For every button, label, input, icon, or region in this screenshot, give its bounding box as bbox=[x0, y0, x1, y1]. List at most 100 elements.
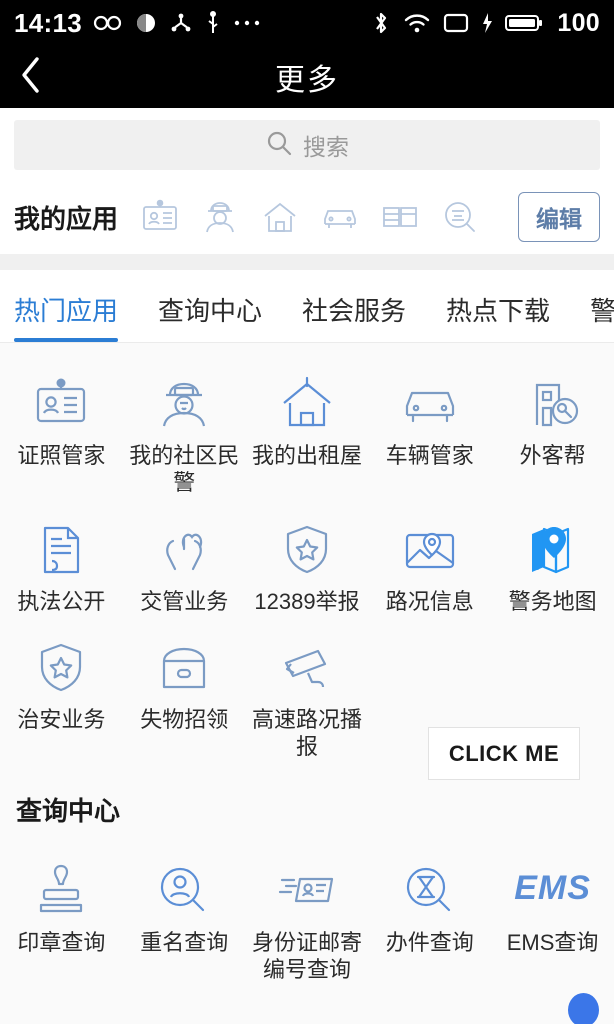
car-icon bbox=[401, 369, 459, 433]
status-bar-right: 100 bbox=[371, 9, 600, 38]
sim-icon bbox=[443, 12, 469, 34]
tab-query-center[interactable]: 查询中心 bbox=[158, 291, 262, 342]
app-tile-waike-bang[interactable]: 外客帮 bbox=[491, 369, 614, 515]
eye-icon bbox=[134, 11, 158, 35]
app-tile-label: 我的社区民警 bbox=[129, 443, 240, 495]
page-title: 更多 bbox=[275, 64, 339, 97]
house-icon bbox=[278, 369, 336, 433]
blue-cursor-dot bbox=[568, 993, 599, 1024]
id-card-icon bbox=[32, 369, 90, 433]
person-search-icon bbox=[155, 856, 213, 920]
app-tile-label: 执法公开 bbox=[17, 588, 106, 614]
app-content: 证照管家 我的社区民警 我的出租屋 车辆管家 外客帮 执法公开 交管业务 123… bbox=[0, 343, 614, 1024]
airplane-circle-icon bbox=[155, 1020, 213, 1024]
search-input[interactable]: 搜索 bbox=[14, 120, 600, 170]
tab-hot-download[interactable]: 热点下载 bbox=[446, 291, 550, 342]
app-tile-jiaoguan-yewu[interactable]: 交管业务 bbox=[123, 515, 246, 634]
my-apps-icon-list bbox=[140, 197, 518, 237]
app-tile-printer[interactable] bbox=[246, 1020, 369, 1024]
document-icon bbox=[32, 515, 90, 579]
app-tile-label: 外客帮 bbox=[519, 443, 586, 468]
id-mail-icon bbox=[278, 856, 336, 920]
battery-icon bbox=[505, 13, 543, 33]
edit-button[interactable]: 编辑 bbox=[518, 192, 600, 242]
app-tile-label: 12389举报 bbox=[254, 588, 360, 614]
building-key-icon bbox=[524, 369, 582, 433]
tab-strip: 热门应用 查询中心 社会服务 热点下载 警务 bbox=[0, 270, 614, 342]
app-tile-label: 路况信息 bbox=[385, 588, 474, 614]
app-tile-label: 失物招领 bbox=[140, 707, 229, 733]
title-bar: 更多 bbox=[0, 46, 614, 108]
app-tile-lukuang-xinxi[interactable]: 路况信息 bbox=[368, 515, 491, 634]
cctv-camera-icon bbox=[278, 633, 336, 697]
app-tile-banjian-chaxun[interactable]: 办件查询 bbox=[368, 856, 491, 1002]
magnifier-text-icon[interactable] bbox=[440, 197, 480, 237]
search-section: 搜索 bbox=[0, 108, 614, 180]
shield-star-icon bbox=[32, 633, 90, 697]
stamp-icon bbox=[32, 856, 90, 920]
app-tile-chuzu-wu[interactable]: 我的出租屋 bbox=[246, 369, 369, 515]
app-tile-shenfenzheng-youji[interactable]: 身份证邮寄编号查询 bbox=[246, 856, 369, 1002]
app-tile-label: 办件查询 bbox=[385, 930, 474, 956]
search-icon bbox=[265, 129, 293, 162]
my-apps-bar: 我的应用 编辑 bbox=[0, 180, 614, 254]
house-icon[interactable] bbox=[260, 197, 300, 237]
app-tile-label: 高速路况播报 bbox=[251, 707, 362, 760]
ems-logo-text: EMS bbox=[514, 869, 591, 908]
search-placeholder: 搜索 bbox=[303, 134, 349, 160]
card-swipe-icon bbox=[32, 1020, 90, 1024]
app-tile-zhifa-gongkai[interactable]: 执法公开 bbox=[0, 515, 123, 634]
tab-hot-apps[interactable]: 热门应用 bbox=[14, 291, 119, 342]
app-tile-ems-chaxun[interactable]: EMS EMS查询 bbox=[491, 856, 614, 1002]
battery-percent: 100 bbox=[557, 8, 600, 37]
police-officer-icon[interactable] bbox=[200, 197, 240, 237]
app-tile-label: 证照管家 bbox=[17, 443, 106, 468]
ems-text-icon: EMS bbox=[514, 856, 591, 920]
id-card-icon[interactable] bbox=[140, 197, 180, 237]
app-tile-airplane[interactable] bbox=[123, 1020, 246, 1024]
tab-social-service[interactable]: 社会服务 bbox=[302, 291, 406, 342]
infinity-icon bbox=[93, 13, 123, 33]
app-tile-label: 印章查询 bbox=[17, 930, 106, 956]
click-me-button[interactable]: CLICK ME bbox=[428, 727, 580, 780]
section-title-query-center: 查询中心 bbox=[16, 796, 121, 827]
app-tile-yinzhang-chaxun[interactable]: 印章查询 bbox=[0, 856, 123, 1002]
app-tile-label: EMS查询 bbox=[506, 930, 599, 956]
app-tile-envelope-mountain[interactable] bbox=[368, 1020, 491, 1024]
wifi-icon bbox=[403, 12, 431, 34]
hourglass-search-icon bbox=[401, 856, 459, 920]
app-tile-card-swipe[interactable] bbox=[0, 1020, 123, 1024]
document-table-icon[interactable] bbox=[380, 197, 420, 237]
app-tile-12389-jubao[interactable]: 12389举报 bbox=[246, 515, 369, 634]
app-tile-gaosu-lukuang[interactable]: 高速路况播报 bbox=[246, 633, 369, 779]
car-icon[interactable] bbox=[320, 197, 360, 237]
my-apps-title: 我的应用 bbox=[14, 203, 119, 234]
query-center-grid-row2 bbox=[0, 1006, 614, 1024]
envelope-mountain-icon bbox=[401, 1020, 459, 1024]
more-dots-icon bbox=[233, 18, 261, 28]
charging-bolt-icon bbox=[481, 12, 493, 34]
phone-screen: 14:13 100 更多 搜索 我的应用 编辑 热门应用 查询中心 社会服务 热… bbox=[0, 0, 614, 1024]
map-pin-photo-icon bbox=[401, 515, 459, 579]
app-tile-chongming-chaxun[interactable]: 重名查询 bbox=[123, 856, 246, 1002]
hands-heart-icon bbox=[155, 515, 213, 579]
shield-star-icon bbox=[278, 515, 336, 579]
status-bar: 14:13 100 bbox=[0, 0, 614, 46]
usb-icon bbox=[204, 11, 222, 35]
lost-box-icon bbox=[155, 633, 213, 697]
hot-apps-grid: 证照管家 我的社区民警 我的出租屋 车辆管家 外客帮 执法公开 交管业务 123… bbox=[0, 343, 614, 783]
app-tile-label: 治安业务 bbox=[17, 707, 106, 733]
app-tile-zhengzhao-guanjia[interactable]: 证照管家 bbox=[0, 369, 123, 515]
app-tile-label: 车辆管家 bbox=[385, 443, 474, 468]
app-tile-jingwu-ditu[interactable]: 警务地图 bbox=[491, 515, 614, 634]
status-time: 14:13 bbox=[14, 7, 82, 38]
app-tile-cheliang-guanjia[interactable]: 车辆管家 bbox=[368, 369, 491, 515]
status-bar-left: 14:13 bbox=[14, 8, 261, 39]
tab-police-affairs[interactable]: 警务 bbox=[590, 291, 614, 342]
app-tile-shequ-minjing[interactable]: 我的社区民警 bbox=[123, 369, 246, 515]
police-officer-icon bbox=[155, 369, 213, 433]
section-divider-band bbox=[0, 254, 614, 270]
police-map-icon bbox=[524, 515, 582, 579]
app-tile-zhian-yewu[interactable]: 治安业务 bbox=[0, 633, 123, 779]
app-tile-shiwu-zhaoling[interactable]: 失物招领 bbox=[123, 633, 246, 779]
